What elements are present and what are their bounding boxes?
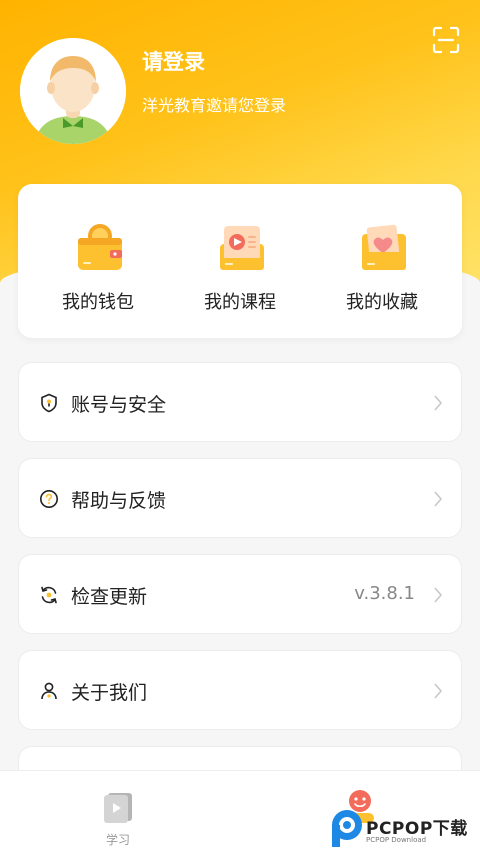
watermark-sub: PCPOP Download <box>366 836 427 844</box>
quick-wallet-label: 我的钱包 <box>62 292 134 313</box>
quick-actions-card: 我的钱包 我的课程 我的收藏 <box>18 184 462 338</box>
version-value: v.3.8.1 <box>354 583 415 604</box>
menu-account-security[interactable]: 账号与安全 <box>18 362 462 442</box>
menu-label: 检查更新 <box>71 586 148 608</box>
wallet-icon <box>78 224 122 270</box>
pcpop-logo-icon <box>332 810 362 847</box>
video-book-icon <box>104 793 132 823</box>
menu-label: 帮助与反馈 <box>71 490 167 512</box>
quick-favorite-label: 我的收藏 <box>346 292 418 313</box>
menu-label: 账号与安全 <box>71 394 167 416</box>
quick-wallet[interactable]: 我的钱包 <box>38 220 158 314</box>
avatar[interactable] <box>20 38 126 144</box>
chevron-right-icon <box>434 683 443 699</box>
login-title[interactable]: 请登录 <box>142 46 205 76</box>
quick-favorite[interactable]: 我的收藏 <box>322 220 442 314</box>
menu-label: 关于我们 <box>71 682 148 704</box>
watermark: PCPOP下载 PCPOP Download <box>330 806 480 850</box>
menu-check-update[interactable]: 检查更新 v.3.8.1 <box>18 554 462 634</box>
refresh-icon <box>41 586 57 604</box>
tab-study[interactable]: 学习 <box>98 789 138 848</box>
scan-icon[interactable] <box>432 26 460 54</box>
favorite-folder-icon <box>362 224 406 270</box>
help-circle-icon <box>40 490 58 508</box>
course-icon <box>220 226 264 270</box>
menu-help-feedback[interactable]: 帮助与反馈 <box>18 458 462 538</box>
person-icon <box>41 682 57 700</box>
tab-study-label: 学习 <box>105 833 130 847</box>
chevron-right-icon <box>434 395 443 411</box>
avatar-icon <box>20 38 126 144</box>
shield-key-icon <box>41 393 57 413</box>
chevron-right-icon <box>434 587 443 603</box>
chevron-right-icon <box>434 491 443 507</box>
menu-about-us[interactable]: 关于我们 <box>18 650 462 730</box>
quick-course[interactable]: 我的课程 <box>180 220 300 314</box>
quick-course-label: 我的课程 <box>204 292 276 313</box>
login-subtitle: 洋光教育邀请您登录 <box>142 96 287 115</box>
